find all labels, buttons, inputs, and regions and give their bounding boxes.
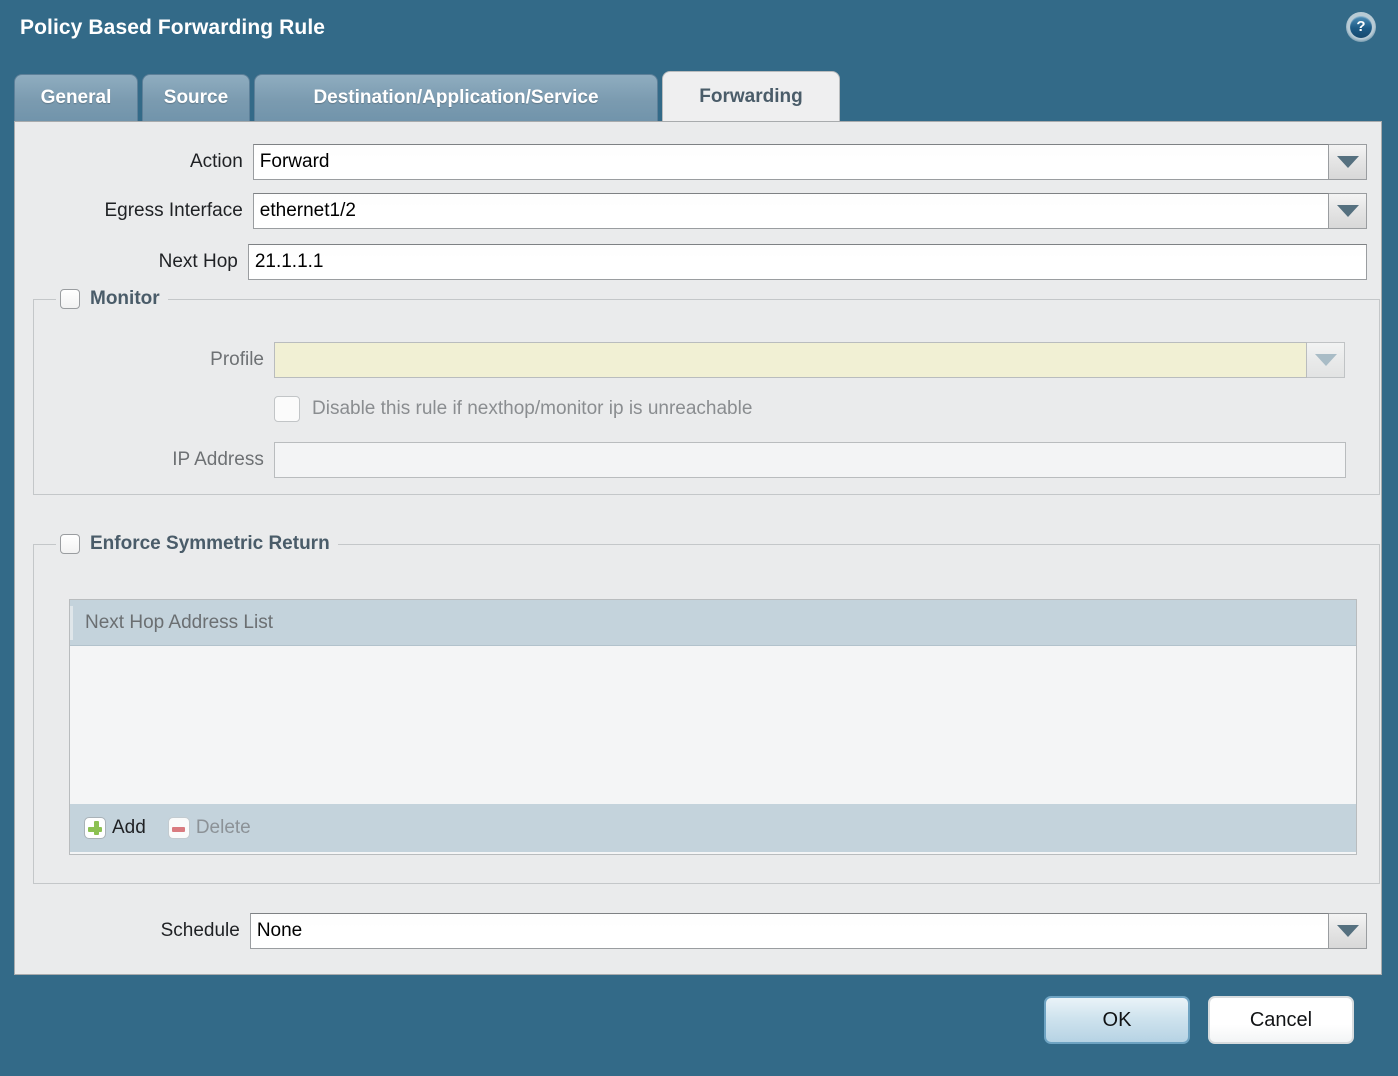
minus-icon xyxy=(167,817,190,839)
egress-interface-label: Egress Interface xyxy=(104,200,243,221)
tab-forwarding[interactable]: Forwarding xyxy=(662,71,840,121)
dialog-titlebar: Policy Based Forwarding Rule ? xyxy=(0,0,1398,72)
ip-address-input[interactable] xyxy=(273,442,1346,478)
monitor-checkbox[interactable] xyxy=(60,289,80,309)
egress-interface-input[interactable]: ethernet1/2 xyxy=(252,193,1330,229)
dialog-footer: OK Cancel xyxy=(0,976,1398,1076)
next-hop-label: Next Hop xyxy=(158,251,238,272)
schedule-input[interactable]: None xyxy=(249,913,1330,949)
help-icon-glyph: ? xyxy=(1350,16,1372,38)
next-hop-address-list-toolbar: Add Delete xyxy=(70,804,1356,852)
column-header-next-hop-address-list[interactable]: Next Hop Address List xyxy=(70,605,1356,640)
chevron-down-icon xyxy=(1336,205,1359,217)
chevron-down-icon xyxy=(1314,354,1337,366)
egress-interface-row: Egress Interface ethernet1/2 xyxy=(15,193,1367,229)
dialog-title: Policy Based Forwarding Rule xyxy=(20,16,326,39)
enforce-symmetric-return-legend: Enforce Symmetric Return xyxy=(56,533,338,555)
next-hop-address-list-header: Next Hop Address List xyxy=(70,600,1356,646)
monitor-legend-label: Monitor xyxy=(90,288,160,309)
next-hop-row: Next Hop 21.1.1.1 xyxy=(15,244,1367,280)
disable-rule-checkbox[interactable] xyxy=(274,396,300,422)
disable-rule-label: Disable this rule if nexthop/monitor ip … xyxy=(312,398,753,419)
action-dropdown-toggle[interactable] xyxy=(1329,144,1367,180)
plus-icon xyxy=(84,817,106,839)
disable-rule-row: Disable this rule if nexthop/monitor ip … xyxy=(274,396,752,422)
enforce-symmetric-return-checkbox[interactable] xyxy=(60,534,80,554)
schedule-label: Schedule xyxy=(160,920,240,941)
monitor-group: Monitor Profile Disable this rule if nex… xyxy=(33,288,1380,495)
tab-destination-application-service[interactable]: Destination/Application/Service xyxy=(254,74,658,121)
egress-interface-dropdown-toggle[interactable] xyxy=(1329,193,1367,229)
next-hop-input[interactable]: 21.1.1.1 xyxy=(247,244,1367,280)
action-row: Action Forward xyxy=(15,144,1367,180)
action-input[interactable]: Forward xyxy=(252,144,1330,180)
tab-source[interactable]: Source xyxy=(142,74,250,121)
cancel-button[interactable]: Cancel xyxy=(1208,996,1354,1044)
add-button[interactable]: Add xyxy=(84,817,146,839)
ip-address-row: IP Address xyxy=(34,442,1346,478)
forwarding-tab-panel: Action Forward Egress Interface ethernet… xyxy=(14,121,1382,975)
ok-button[interactable]: OK xyxy=(1044,996,1190,1044)
profile-label: Profile xyxy=(210,349,264,370)
enforce-symmetric-return-group: Enforce Symmetric Return Next Hop Addres… xyxy=(33,533,1380,884)
monitor-legend: Monitor xyxy=(56,288,168,310)
chevron-down-icon xyxy=(1336,925,1359,937)
add-button-label: Add xyxy=(112,817,146,838)
chevron-down-icon xyxy=(1336,156,1359,168)
next-hop-address-list-body[interactable] xyxy=(70,646,1356,804)
enforce-symmetric-return-legend-label: Enforce Symmetric Return xyxy=(90,533,330,554)
profile-input[interactable] xyxy=(274,342,1307,378)
schedule-row: Schedule None xyxy=(15,913,1367,949)
delete-button-label: Delete xyxy=(195,817,251,838)
tab-general[interactable]: General xyxy=(14,74,138,121)
next-hop-address-listbox: Next Hop Address List Add Delete xyxy=(69,599,1357,855)
action-label: Action xyxy=(189,151,243,172)
policy-based-forwarding-rule-dialog: Policy Based Forwarding Rule ? General S… xyxy=(0,0,1398,1076)
schedule-dropdown-toggle[interactable] xyxy=(1329,913,1367,949)
help-icon[interactable]: ? xyxy=(1346,12,1376,42)
delete-button[interactable]: Delete xyxy=(167,817,251,839)
ip-address-label: IP Address xyxy=(172,449,264,470)
profile-row: Profile xyxy=(34,342,1346,378)
profile-dropdown-toggle[interactable] xyxy=(1307,342,1345,378)
tabstrip: General Source Destination/Application/S… xyxy=(14,71,1384,122)
